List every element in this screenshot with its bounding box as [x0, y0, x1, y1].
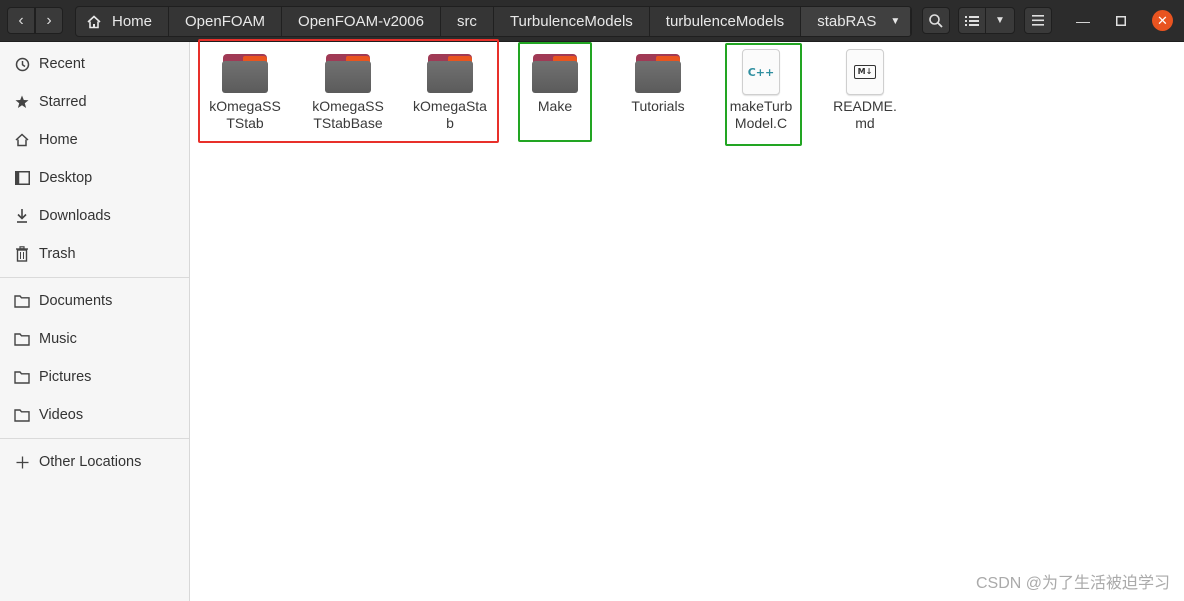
list-view-icon	[965, 15, 979, 26]
sidebar-divider	[0, 277, 189, 278]
breadcrumb-turbulencemodels[interactable]: turbulenceModels	[650, 7, 802, 36]
folder-icon	[14, 331, 30, 347]
folder-icon	[634, 50, 682, 94]
menu-button[interactable]	[1024, 7, 1052, 34]
desktop-icon	[14, 170, 30, 186]
clock-icon	[14, 56, 30, 72]
plus-icon	[14, 454, 30, 470]
sidebar-item-label: Starred	[39, 94, 87, 110]
breadcrumb-label: OpenFOAM-v2006	[298, 13, 424, 30]
folder-icon	[14, 369, 30, 385]
sidebar-item-label: Downloads	[39, 208, 111, 224]
sidebar-item-label: Home	[39, 132, 78, 148]
highlight-box-green	[518, 42, 592, 142]
trash-icon	[14, 246, 30, 262]
back-button[interactable]: ‹	[7, 7, 35, 34]
breadcrumb-turbulencemodels-upper[interactable]: TurbulenceModels	[494, 7, 650, 36]
file-item-Tutorials[interactable]: Tutorials	[610, 50, 706, 115]
file-name: README. md	[833, 98, 897, 131]
sidebar-item-label: Recent	[39, 56, 85, 72]
breadcrumb-src[interactable]: src	[441, 7, 494, 36]
breadcrumb-label: turbulenceModels	[665, 13, 785, 30]
watermark: CSDN @为了生活被迫学习	[975, 575, 1170, 592]
search-icon	[929, 13, 943, 28]
star-icon	[14, 94, 30, 110]
close-icon: ✕	[1157, 13, 1168, 28]
maximize-icon	[1116, 16, 1126, 26]
sidebar-item-label: Pictures	[39, 369, 92, 385]
breadcrumb: Home OpenFOAM OpenFOAM-v2006 src Turbule…	[75, 6, 913, 37]
file-name: Tutorials	[631, 98, 685, 114]
sidebar-item-videos[interactable]: Videos	[0, 399, 189, 431]
chevron-right-icon: ›	[46, 12, 52, 29]
forward-button[interactable]: ›	[35, 7, 63, 34]
close-button[interactable]: ✕	[1152, 10, 1173, 31]
chevron-left-icon: ‹	[18, 12, 24, 29]
sidebar-divider	[0, 438, 189, 439]
caret-down-icon: ▼	[890, 16, 901, 27]
header-bar: ‹ › Home OpenFOAM OpenFOAM-v2006 src Tur…	[0, 0, 1184, 42]
highlight-box-red	[198, 39, 499, 143]
search-button[interactable]	[922, 7, 950, 34]
breadcrumb-label: Home	[112, 13, 153, 30]
highlight-box-green	[725, 43, 802, 146]
breadcrumb-stabras[interactable]: stabRAS ▼	[801, 7, 912, 36]
sidebar-item-label: Desktop	[39, 170, 93, 186]
folder-icon	[14, 407, 30, 423]
sidebar-item-other-locations[interactable]: Other Locations	[0, 446, 189, 478]
sidebar-item-label: Other Locations	[39, 454, 142, 470]
breadcrumb-openfoam[interactable]: OpenFOAM	[169, 7, 283, 36]
sidebar-item-recent[interactable]: Recent	[0, 48, 189, 80]
sidebar-item-home[interactable]: Home	[0, 124, 189, 156]
sidebar: Recent Starred Home Desktop Downloads Tr…	[0, 42, 190, 601]
sidebar-item-trash[interactable]: Trash	[0, 238, 189, 270]
sidebar-item-desktop[interactable]: Desktop	[0, 162, 189, 194]
home-icon	[14, 132, 30, 148]
sidebar-item-label: Music	[39, 331, 77, 347]
markdown-file-icon: M↓	[846, 49, 884, 95]
breadcrumb-home[interactable]: Home	[76, 7, 170, 36]
sidebar-item-downloads[interactable]: Downloads	[0, 200, 189, 232]
breadcrumb-openfoam-v2006[interactable]: OpenFOAM-v2006	[282, 7, 441, 36]
breadcrumb-label: TurbulenceModels	[509, 13, 633, 30]
sidebar-item-music[interactable]: Music	[0, 323, 189, 355]
sidebar-item-starred[interactable]: Starred	[0, 86, 189, 118]
sidebar-item-label: Documents	[39, 293, 113, 309]
minimize-icon: —	[1076, 13, 1090, 29]
sidebar-item-label: Trash	[39, 246, 76, 262]
file-view: kOmegaSS TStab kOmegaSS TStabBase kOmegaSt…	[190, 39, 1184, 601]
minimize-button[interactable]: —	[1073, 11, 1093, 31]
maximize-button[interactable]	[1111, 11, 1131, 31]
breadcrumb-label: OpenFOAM	[185, 13, 266, 30]
sidebar-item-label: Videos	[39, 407, 84, 423]
view-list-button[interactable]	[958, 7, 986, 34]
file-item-readme[interactable]: M↓ README. md	[817, 49, 913, 132]
caret-down-icon: ▼	[995, 15, 1005, 26]
breadcrumb-label: stabRAS	[817, 13, 877, 30]
hamburger-menu-icon	[1032, 15, 1044, 26]
home-icon	[87, 14, 101, 28]
breadcrumb-label: src	[456, 13, 477, 30]
folder-icon	[14, 293, 30, 309]
view-options-button[interactable]: ▼	[985, 7, 1015, 34]
download-icon	[14, 208, 30, 224]
sidebar-item-documents[interactable]: Documents	[0, 285, 189, 317]
sidebar-item-pictures[interactable]: Pictures	[0, 361, 189, 393]
